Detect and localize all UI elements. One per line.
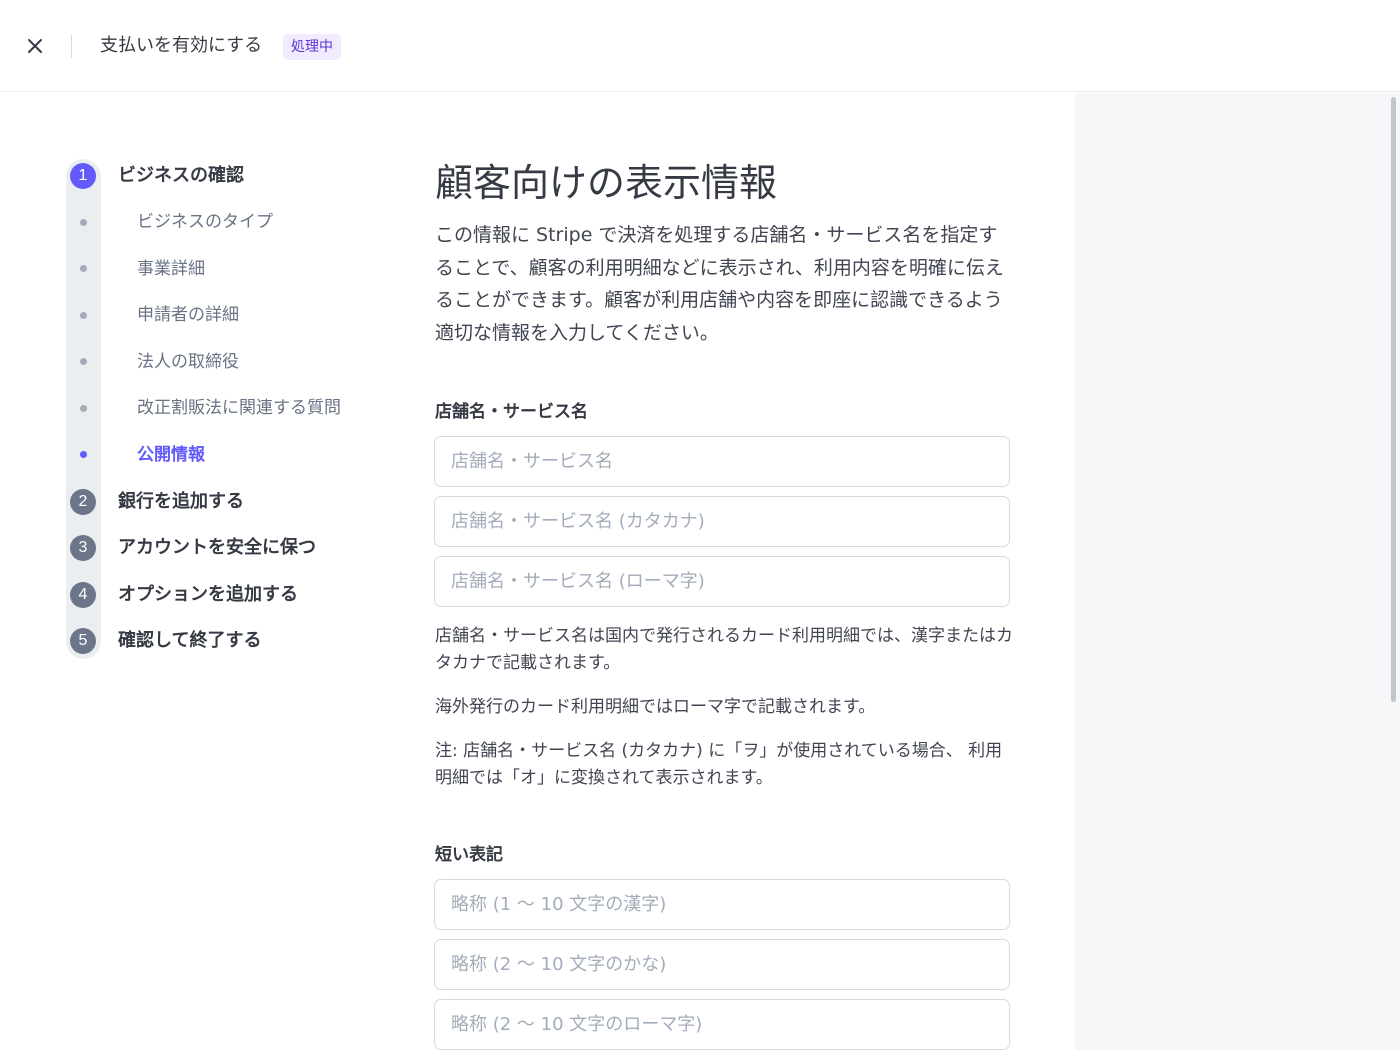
substep-dot-active [80,451,87,458]
step-2-number: 2 [70,489,96,515]
step-2-label[interactable]: 銀行を追加する [118,490,244,514]
header-divider [71,35,72,58]
step-5-number: 5 [70,628,96,654]
store-name-help-domestic: 店舗名・サービス名は国内で発行されるカード利用明細では、漢字またはカタカナで記載… [435,626,1013,673]
substep-public-info[interactable]: 公開情報 [137,443,205,467]
short-name-kanji-input[interactable] [434,879,1010,930]
page-header-title: 支払いを有効にする [100,35,263,56]
substep-dot [80,265,87,272]
scrollbar[interactable] [1391,97,1396,702]
substep-dot [80,312,87,319]
step-1-number: 1 [70,163,96,189]
status-badge: 処理中 [283,34,341,60]
short-name-label: 短い表記 [435,845,503,865]
intro-text: この情報に Stripe で決済を処理する店舗名・サービス名を指定することで、顧… [435,224,1004,344]
short-name-romaji-input[interactable] [434,999,1010,1050]
step-3-number: 3 [70,535,96,561]
substep-directors[interactable]: 法人の取締役 [137,350,239,374]
store-name-katakana-input[interactable] [434,496,1010,547]
substep-business-type[interactable]: ビジネスのタイプ [137,210,273,234]
page-title: 顧客向けの表示情報 [435,161,778,205]
substep-dot [80,358,87,365]
store-name-label: 店舗名・サービス名 [435,402,588,422]
store-name-help-overseas: 海外発行のカード利用明細ではローマ字で記載されます。 [435,697,876,717]
substep-business-details[interactable]: 事業詳細 [137,257,205,281]
substep-applicant-details[interactable]: 申請者の詳細 [137,303,239,327]
store-name-romaji-input[interactable] [434,556,1010,607]
step-4-number: 4 [70,582,96,608]
store-name-input[interactable] [434,436,1010,487]
close-button[interactable] [22,33,48,59]
store-name-help-note: 注: 店舗名・サービス名 (カタカナ) に「ヲ」が使用されている場合、 利用明細… [435,741,1003,788]
close-icon [28,39,42,53]
substep-dot [80,405,87,412]
top-bar: 支払いを有効にする 処理中 [0,0,1400,92]
step-3-label[interactable]: アカウントを安全に保つ [118,536,316,560]
step-1-label[interactable]: ビジネスの確認 [118,164,244,188]
substep-dot [80,219,87,226]
step-4-label[interactable]: オプションを追加する [118,583,298,607]
short-name-kana-input[interactable] [434,939,1010,990]
right-rail [1075,93,1400,1050]
substep-installment-act-questions[interactable]: 改正割販法に関連する質問 [137,396,341,420]
step-5-label[interactable]: 確認して終了する [118,629,261,653]
